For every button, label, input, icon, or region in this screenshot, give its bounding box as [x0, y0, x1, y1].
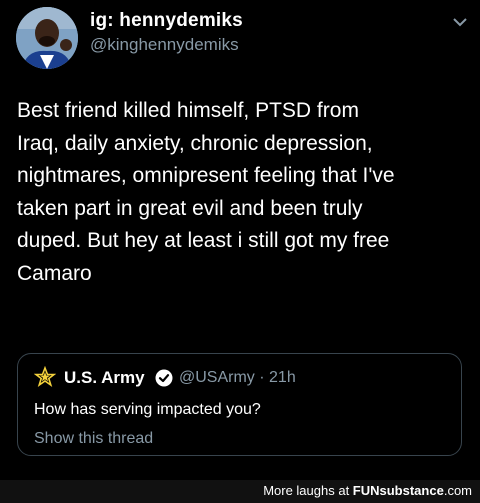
- user-handle[interactable]: @kinghennydemiks: [90, 35, 239, 55]
- quoted-account-name[interactable]: U.S. Army: [64, 368, 145, 388]
- avatar[interactable]: [16, 7, 78, 69]
- tweet-text: Best friend killed himself, PTSD from Ir…: [17, 99, 395, 285]
- tweet: ig: hennydemiks @kinghennydemiks Best fr…: [0, 0, 480, 480]
- watermark-footer: More laughs at FUNsubstance.com: [0, 480, 480, 503]
- show-thread-link[interactable]: Show this thread: [34, 430, 153, 448]
- watermark-prefix: More laughs at: [263, 483, 353, 498]
- display-name[interactable]: ig: hennydemiks: [90, 10, 243, 32]
- verified-badge-icon: [155, 369, 173, 387]
- watermark-text[interactable]: More laughs at FUNsubstance.com: [263, 483, 472, 498]
- quoted-tweet[interactable]: U.S. Army @USArmy · 21h How has serving …: [17, 353, 462, 456]
- quoted-handle-time[interactable]: @USArmy · 21h: [179, 369, 296, 387]
- quoted-tweet-text: How has serving impacted you?: [34, 401, 261, 418]
- chevron-down-icon[interactable]: [448, 10, 472, 34]
- watermark-suffix: .com: [443, 483, 472, 498]
- army-logo-icon: [33, 365, 57, 388]
- watermark-brand: FUNsubstance: [352, 483, 444, 498]
